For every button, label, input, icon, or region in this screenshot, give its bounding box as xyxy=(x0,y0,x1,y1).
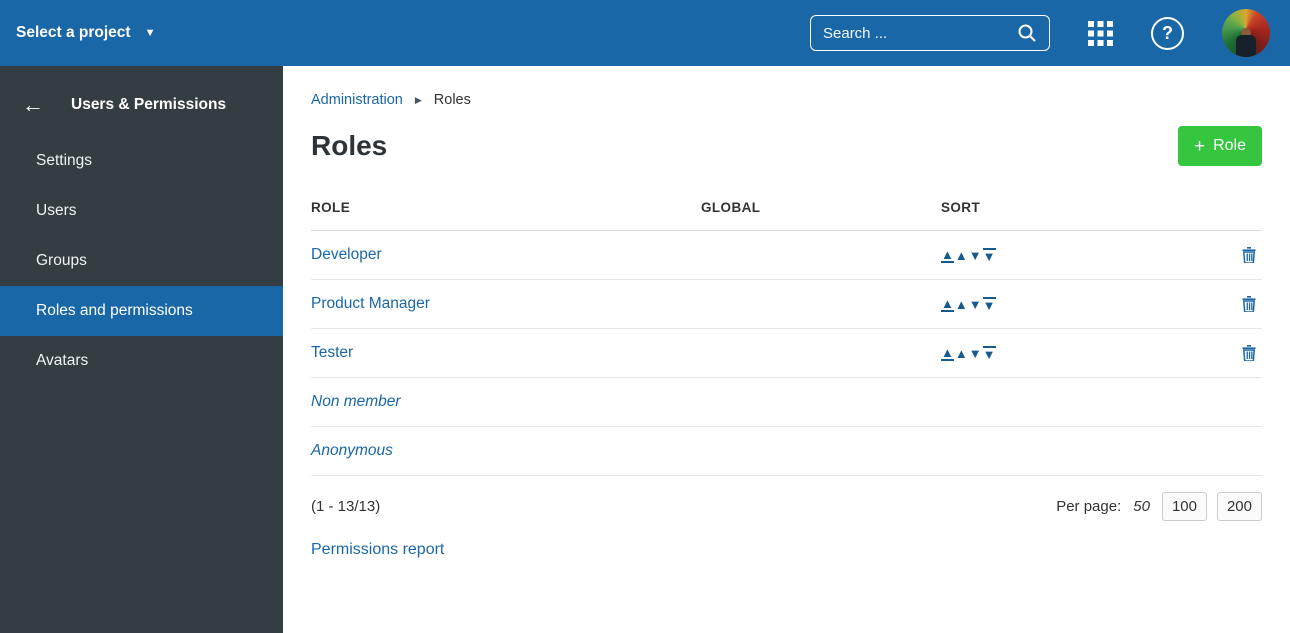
pagination-bar: (1 - 13/13) Per page: 50 100 200 xyxy=(311,492,1262,521)
global-search[interactable] xyxy=(810,15,1050,51)
role-link-tester[interactable]: Tester xyxy=(311,344,701,362)
table-row: Non member xyxy=(311,378,1262,427)
admin-sidebar: ← Users & Permissions Settings Users Gro… xyxy=(0,66,283,633)
sidebar-title: Users & Permissions xyxy=(71,96,227,113)
modules-grid-icon[interactable] xyxy=(1088,20,1113,46)
top-navigation-bar: Select a project ▼ ? xyxy=(0,0,1290,66)
user-avatar[interactable] xyxy=(1222,9,1270,57)
move-to-bottom-icon[interactable]: ▼ xyxy=(982,296,996,312)
add-role-button[interactable]: + Role xyxy=(1177,126,1262,166)
project-selector-label: Select a project xyxy=(16,24,131,41)
column-header-global: GLOBAL xyxy=(701,200,761,215)
pagination-range: (1 - 13/13) xyxy=(311,498,381,515)
move-to-top-icon[interactable]: ▲ xyxy=(941,297,954,312)
breadcrumb-chevron-icon: ▶ xyxy=(414,94,422,105)
move-to-top-icon[interactable]: ▲ xyxy=(941,346,954,361)
sidebar-header: ← Users & Permissions xyxy=(0,66,283,136)
breadcrumb-administration-link[interactable]: Administration xyxy=(311,92,403,108)
move-down-icon[interactable]: ▼ xyxy=(969,298,982,311)
role-link-non-member[interactable]: Non member xyxy=(311,393,701,411)
move-to-top-icon[interactable]: ▲ xyxy=(941,248,954,263)
sidebar-item-avatars[interactable]: Avatars xyxy=(0,336,283,386)
add-role-button-label: Role xyxy=(1213,137,1246,154)
main-content: Administration ▶ Roles Roles + Role ROLE… xyxy=(283,66,1290,633)
role-link-developer[interactable]: Developer xyxy=(311,246,701,264)
sort-controls: ▲ ▲ ▼ ▼ xyxy=(941,247,1218,263)
topbar-actions: ? xyxy=(810,9,1270,57)
permissions-report-link[interactable]: Permissions report xyxy=(311,541,444,559)
sidebar-item-groups[interactable]: Groups xyxy=(0,236,283,286)
search-icon[interactable] xyxy=(1017,23,1037,43)
column-header-role: ROLE xyxy=(311,200,351,215)
move-to-bottom-icon[interactable]: ▼ xyxy=(982,247,996,263)
sort-controls: ▲ ▲ ▼ ▼ xyxy=(941,296,1218,312)
back-arrow-icon[interactable]: ← xyxy=(22,94,44,116)
move-up-icon[interactable]: ▲ xyxy=(955,249,968,262)
delete-role-icon[interactable] xyxy=(1242,247,1256,263)
move-down-icon[interactable]: ▼ xyxy=(969,249,982,262)
table-row: Developer ▲ ▲ ▼ ▼ xyxy=(311,231,1262,280)
sidebar-item-roles-and-permissions[interactable]: Roles and permissions xyxy=(0,286,283,336)
column-header-sort: SORT xyxy=(941,200,981,215)
move-to-bottom-icon[interactable]: ▼ xyxy=(982,345,996,361)
roles-table: ROLE GLOBAL SORT Developer ▲ ▲ ▼ ▼ Produ… xyxy=(311,200,1262,476)
project-selector[interactable]: Select a project ▼ xyxy=(8,16,163,50)
table-row: Anonymous xyxy=(311,427,1262,476)
page-title: Roles xyxy=(311,130,388,161)
per-page-100-button[interactable]: 100 xyxy=(1161,492,1207,521)
move-down-icon[interactable]: ▼ xyxy=(969,347,982,360)
role-link-anonymous[interactable]: Anonymous xyxy=(311,442,701,460)
breadcrumb: Administration ▶ Roles xyxy=(311,92,1262,108)
per-page-current: 50 xyxy=(1133,498,1150,515)
table-row: Product Manager ▲ ▲ ▼ ▼ xyxy=(311,280,1262,329)
sidebar-item-settings[interactable]: Settings xyxy=(0,136,283,186)
move-up-icon[interactable]: ▲ xyxy=(955,347,968,360)
table-header-row: ROLE GLOBAL SORT xyxy=(311,200,1262,231)
per-page-label: Per page: xyxy=(1056,498,1122,515)
table-row: Tester ▲ ▲ ▼ ▼ xyxy=(311,329,1262,378)
breadcrumb-current: Roles xyxy=(433,92,471,108)
delete-role-icon[interactable] xyxy=(1242,296,1256,312)
sidebar-item-users[interactable]: Users xyxy=(0,186,283,236)
delete-role-icon[interactable] xyxy=(1242,345,1256,361)
search-input[interactable] xyxy=(823,24,998,42)
sort-controls: ▲ ▲ ▼ ▼ xyxy=(941,345,1218,361)
per-page-200-button[interactable]: 200 xyxy=(1216,492,1262,521)
chevron-down-icon: ▼ xyxy=(144,27,156,39)
role-link-product-manager[interactable]: Product Manager xyxy=(311,295,701,313)
help-icon[interactable]: ? xyxy=(1151,16,1184,50)
move-up-icon[interactable]: ▲ xyxy=(955,298,968,311)
plus-icon: + xyxy=(1193,135,1206,157)
